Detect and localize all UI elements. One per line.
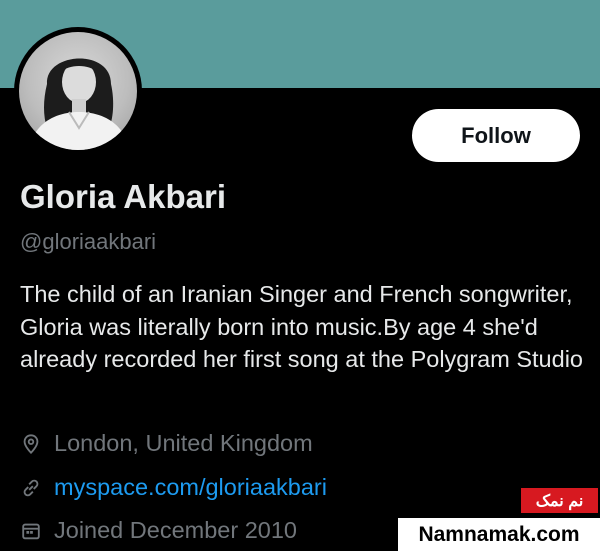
profile-handle: @gloriaakbari bbox=[20, 229, 157, 254]
location-text: London, United Kingdom bbox=[54, 430, 313, 456]
avatar[interactable] bbox=[19, 32, 137, 150]
avatar-ring[interactable] bbox=[14, 27, 142, 155]
follow-button[interactable]: Follow bbox=[412, 109, 580, 162]
website-link[interactable]: myspace.com/gloriaakbari bbox=[54, 474, 327, 501]
profile-name: Gloria Akbari bbox=[20, 178, 227, 215]
link-icon bbox=[23, 479, 39, 496]
joined-row: Joined December 2010 bbox=[20, 517, 297, 544]
avatar-photo bbox=[29, 58, 129, 150]
website-row[interactable]: myspace.com/gloriaakbari bbox=[20, 474, 327, 501]
calendar-icon bbox=[22, 523, 40, 539]
watermark-persian: نم نمک bbox=[521, 488, 598, 513]
watermark-site: Namnamak.com bbox=[398, 518, 600, 551]
location-pin-icon bbox=[23, 433, 39, 454]
joined-text: Joined December 2010 bbox=[54, 517, 297, 543]
location-row: London, United Kingdom bbox=[20, 430, 313, 457]
profile-bio: The child of an Iranian Singer and Frenc… bbox=[20, 281, 583, 372]
